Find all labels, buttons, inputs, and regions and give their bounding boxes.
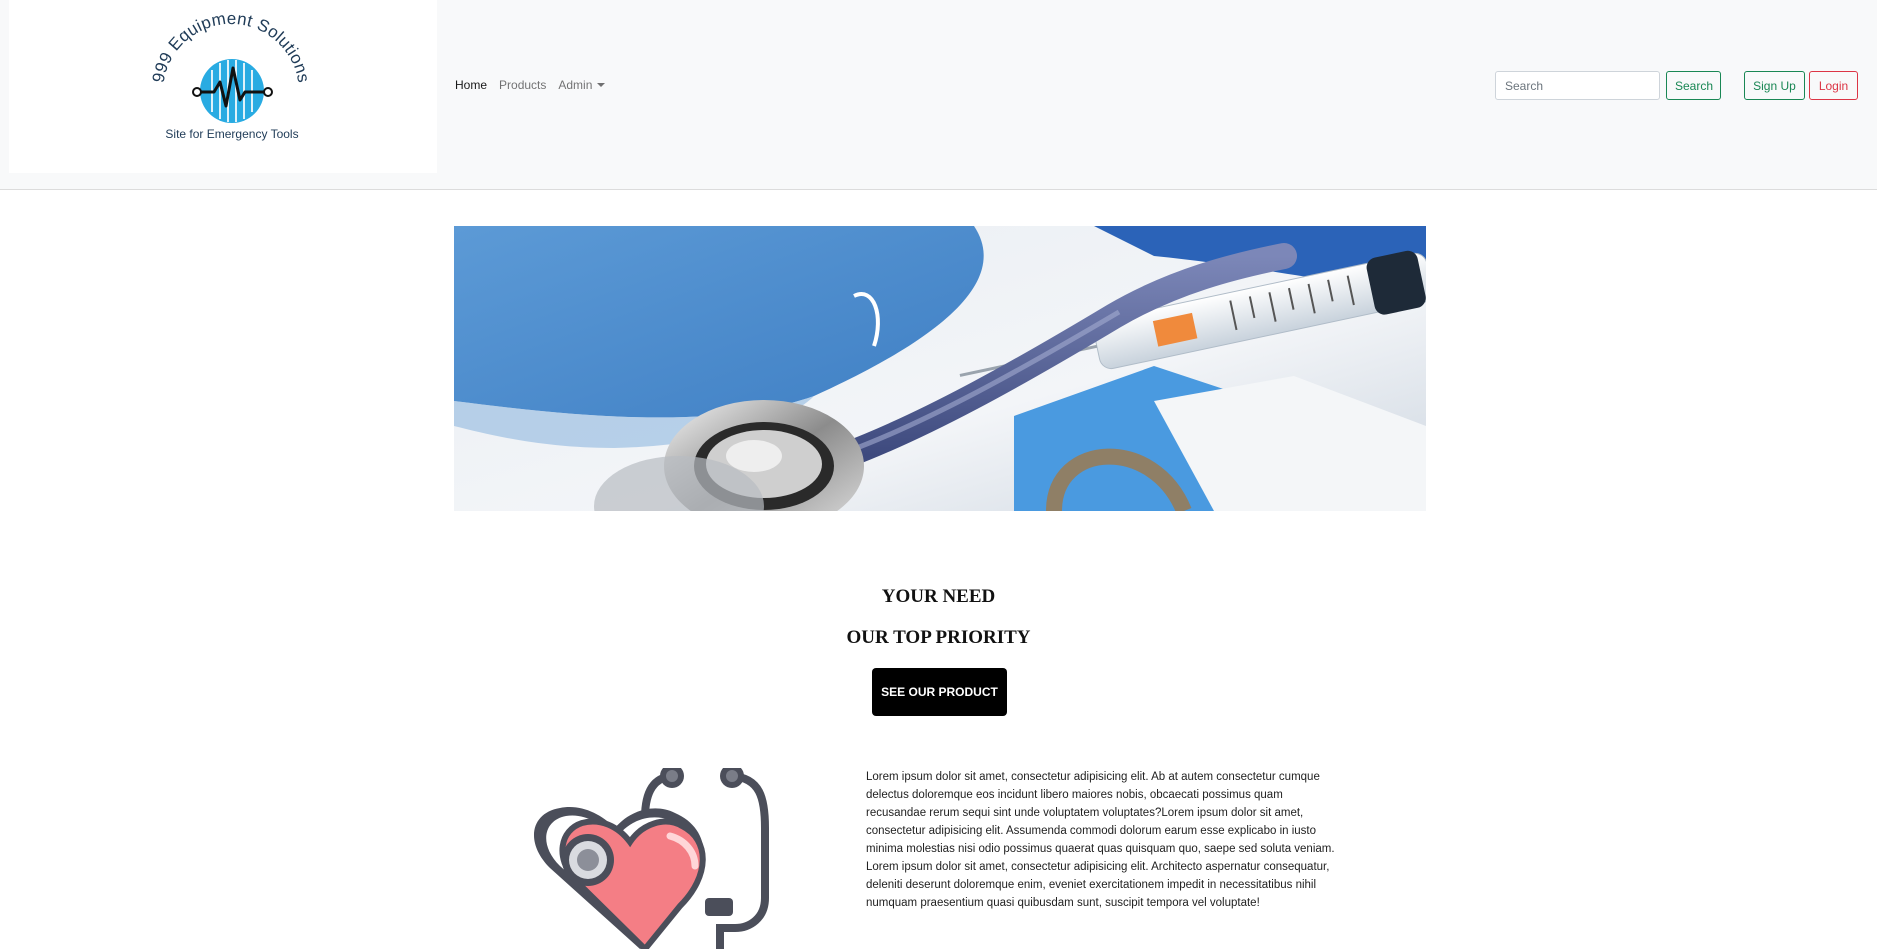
nav-admin-label: Admin [558, 78, 593, 92]
search-button[interactable]: Search [1666, 71, 1721, 100]
login-button[interactable]: Login [1809, 71, 1858, 100]
signup-button[interactable]: Sign Up [1744, 71, 1805, 100]
heart-stethoscope-icon [533, 768, 769, 949]
heartbeat-circuit-logo-icon: 999 Equipment Solutions Site for Emergen… [149, 9, 313, 141]
brand-logo[interactable]: 999 Equipment Solutions Site for Emergen… [9, 0, 437, 173]
search-input[interactable] [1495, 71, 1660, 100]
about-paragraph: Lorem ipsum dolor sit amet, consectetur … [866, 771, 1335, 909]
nav-home[interactable]: Home [455, 78, 487, 92]
nav-admin-dropdown[interactable]: Admin [558, 78, 606, 92]
nav-products[interactable]: Products [499, 78, 546, 92]
main-nav: Home Products Admin [455, 78, 617, 92]
heart-stethoscope-illustration [520, 768, 780, 949]
logo-tagline: Site for Emergency Tools [165, 127, 298, 141]
tagline-line1: YOUR NEED [881, 586, 996, 607]
navbar: 999 Equipment Solutions Site for Emergen… [0, 0, 1877, 190]
hero-banner [454, 226, 1426, 511]
chevron-down-icon [597, 83, 606, 87]
medical-equipment-banner-image [454, 226, 1426, 511]
tagline-line2: OUR TOP PRIORITY [846, 627, 1031, 648]
see-products-button[interactable]: SEE OUR PRODUCT [872, 668, 1007, 716]
